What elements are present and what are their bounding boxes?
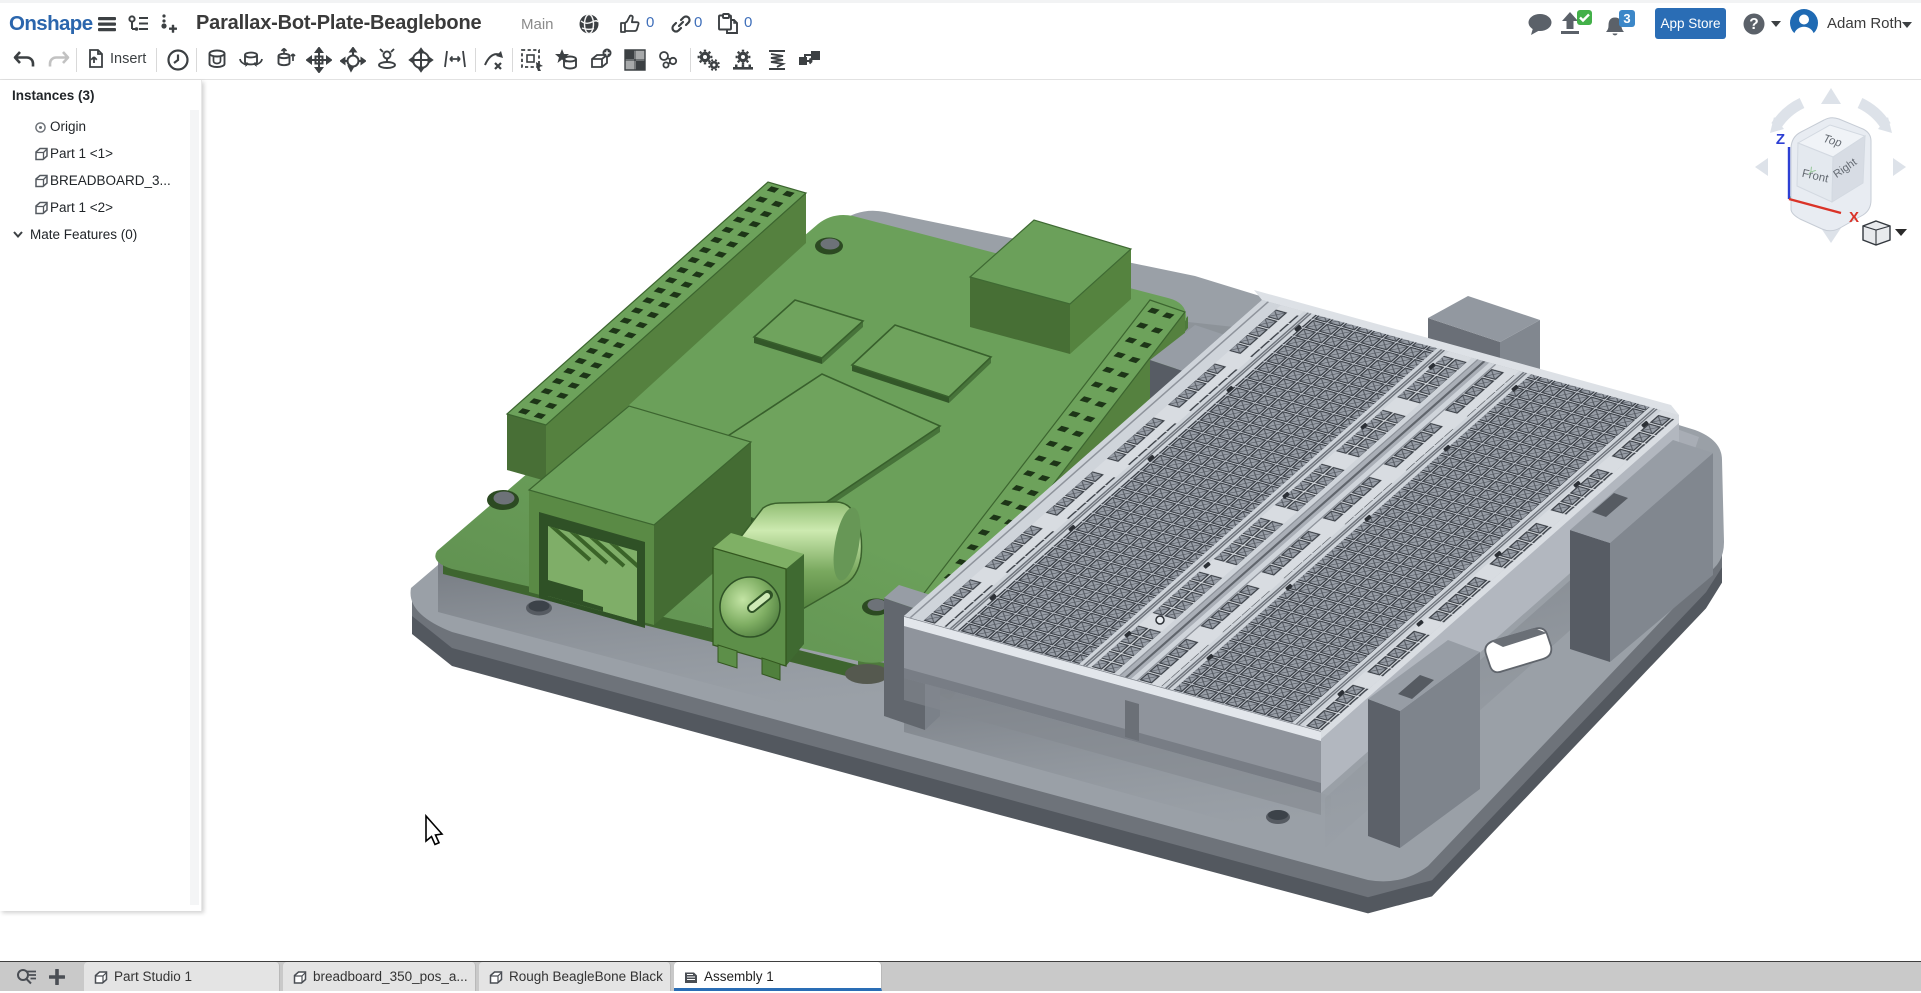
svg-text:X: X <box>1849 209 1859 226</box>
svg-text:Z: Z <box>1776 131 1785 148</box>
svg-text:?: ? <box>1749 16 1758 33</box>
svg-text:3: 3 <box>1623 11 1630 26</box>
